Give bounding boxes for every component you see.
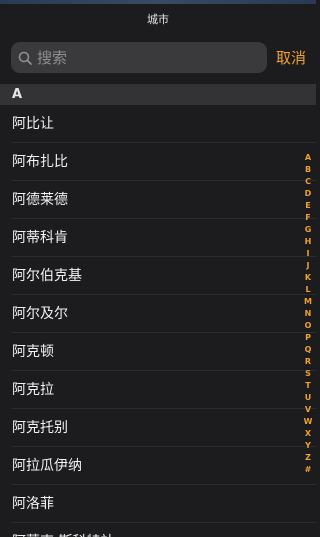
search-input[interactable] — [37, 48, 237, 67]
alphabet-index-bar[interactable]: A B C D E F G H I J K L M N O P Q R S T … — [300, 152, 316, 476]
index-letter[interactable]: G — [305, 224, 312, 236]
index-letter[interactable]: P — [305, 332, 311, 344]
section-header-a: A — [0, 84, 316, 105]
city-list-item[interactable]: 阿克顿 — [0, 333, 316, 371]
city-list-item[interactable]: 阿尔及尔 — [0, 295, 316, 333]
city-list-item[interactable]: 阿尔伯克基 — [0, 257, 316, 295]
top-edge-glow — [0, 0, 316, 4]
index-letter[interactable]: S — [305, 368, 311, 380]
city-list-item[interactable]: 阿克拉 — [0, 371, 316, 409]
index-letter[interactable]: L — [305, 284, 310, 296]
index-letter[interactable]: V — [305, 404, 311, 416]
index-letter[interactable]: M — [304, 296, 312, 308]
search-field[interactable] — [11, 42, 267, 73]
index-letter[interactable]: K — [305, 272, 311, 284]
index-letter[interactable]: W — [304, 416, 313, 428]
city-list-item[interactable]: 阿布扎比 — [0, 143, 316, 181]
index-letter[interactable]: Y — [305, 440, 311, 452]
index-letter[interactable]: Z — [305, 452, 311, 464]
city-list-item[interactable]: 阿克托别 — [0, 409, 316, 447]
index-letter[interactable]: # — [305, 464, 312, 476]
index-letter[interactable]: E — [305, 200, 310, 212]
index-letter[interactable]: F — [305, 212, 310, 224]
index-letter[interactable]: H — [305, 236, 312, 248]
index-letter[interactable]: R — [305, 356, 311, 368]
index-letter[interactable]: J — [307, 260, 310, 272]
index-letter[interactable]: C — [305, 176, 311, 188]
index-letter[interactable]: N — [305, 308, 312, 320]
city-list-item[interactable]: 阿德莱德 — [0, 181, 316, 219]
city-picker-screen: 城市 取消 A 阿比让 阿布扎比 阿德莱德 阿蒂科肯 阿尔伯克基 阿尔及尔 阿克… — [0, 0, 316, 537]
index-letter[interactable]: U — [305, 392, 312, 404]
search-icon — [17, 50, 33, 66]
city-list-item[interactable]: 阿蒙克 斯科特站 — [0, 523, 316, 537]
index-letter[interactable]: X — [305, 428, 311, 440]
index-letter[interactable]: D — [305, 188, 312, 200]
cancel-button[interactable]: 取消 — [276, 47, 306, 68]
index-letter[interactable]: T — [305, 380, 310, 392]
index-letter[interactable]: A — [305, 152, 311, 164]
index-letter[interactable]: B — [305, 164, 311, 176]
city-list-item[interactable]: 阿洛菲 — [0, 485, 316, 523]
page-title: 城市 — [147, 13, 169, 26]
city-list-item[interactable]: 阿比让 — [0, 105, 316, 143]
index-letter[interactable]: O — [305, 320, 312, 332]
index-letter[interactable]: Q — [305, 344, 312, 356]
city-list-item[interactable]: 阿蒂科肯 — [0, 219, 316, 257]
city-list: 阿比让 阿布扎比 阿德莱德 阿蒂科肯 阿尔伯克基 阿尔及尔 阿克顿 阿克拉 阿克… — [0, 105, 316, 537]
city-list-item[interactable]: 阿拉瓜伊纳 — [0, 447, 316, 485]
index-letter[interactable]: I — [307, 248, 310, 260]
